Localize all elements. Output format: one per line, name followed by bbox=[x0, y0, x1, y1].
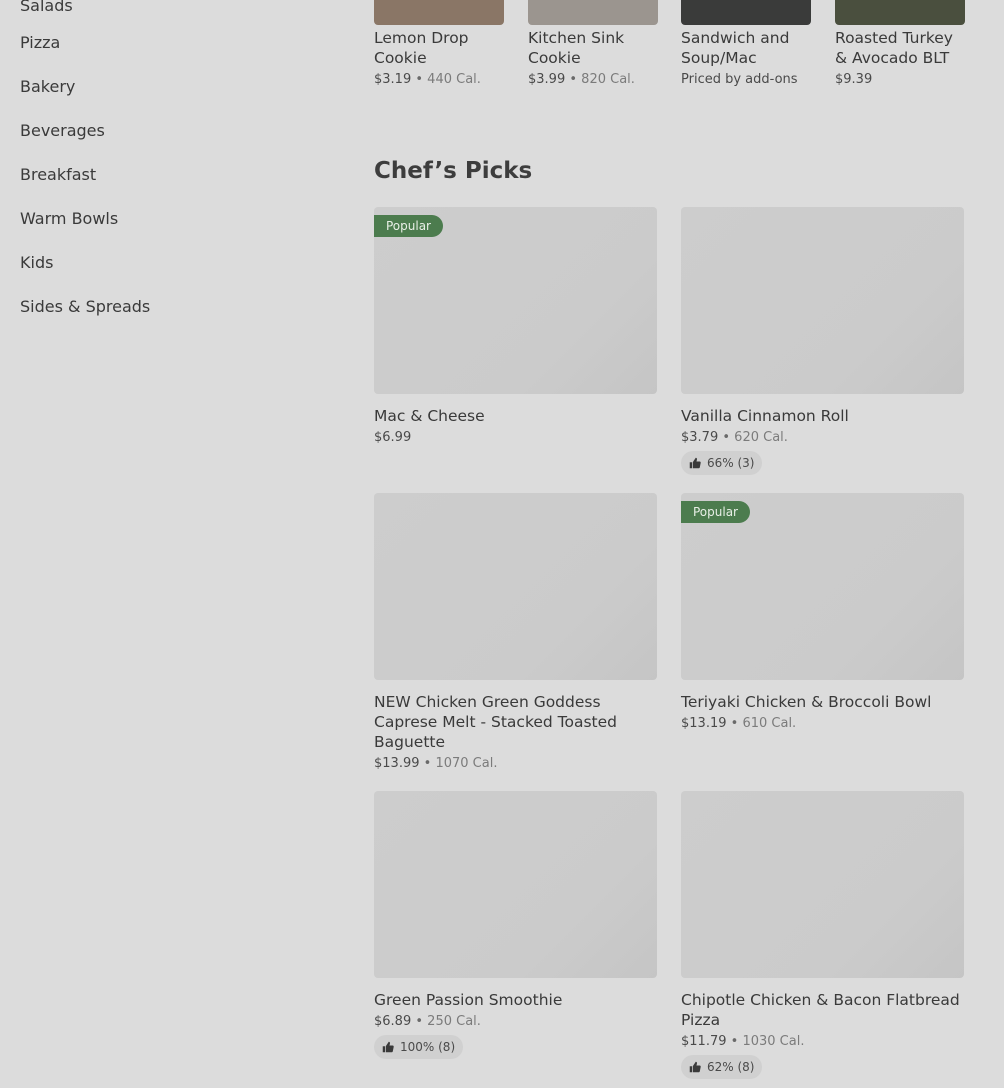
meta-separator: • bbox=[730, 716, 739, 731]
item-name: Kitchen Sink Cookie bbox=[528, 29, 625, 67]
sidebar-item-bakery[interactable]: Bakery bbox=[20, 64, 320, 108]
sidebar-item-pizza[interactable]: Pizza bbox=[20, 20, 320, 64]
category-sidebar: Salads Pizza Bakery Beverages Breakfast … bbox=[20, 0, 320, 328]
item-calories: 1070 Cal. bbox=[435, 756, 498, 771]
item-price-note: Priced by add-ons bbox=[681, 72, 798, 87]
menu-item-card[interactable]: Roasted Turkey & Avocado BLT $9.39 bbox=[835, 0, 965, 87]
item-price: $6.99 bbox=[374, 430, 412, 445]
item-calories: 250 Cal. bbox=[427, 1014, 481, 1029]
menu-item-card[interactable]: Popular Mac & Cheese $6.99 bbox=[374, 207, 657, 445]
menu-item-card[interactable]: NEW Chicken Green Goddess Caprese Melt -… bbox=[374, 493, 657, 771]
item-name: Roasted Turkey & Avocado BLT bbox=[835, 29, 953, 67]
top-items-row: Lemon Drop Cookie $3.19 • 440 Cal. Kitch… bbox=[374, 0, 974, 100]
item-image bbox=[681, 207, 964, 394]
item-image bbox=[528, 0, 658, 25]
meta-separator: • bbox=[415, 72, 424, 87]
section-title: Chef’s Picks bbox=[374, 158, 533, 184]
menu-item-card[interactable]: Vanilla Cinnamon Roll $3.79 • 620 Cal. 6… bbox=[681, 207, 964, 475]
item-calories: 1030 Cal. bbox=[742, 1034, 805, 1049]
sidebar-item-salads[interactable]: Salads bbox=[20, 0, 320, 20]
item-image bbox=[681, 0, 811, 25]
item-meta: $6.99 bbox=[374, 430, 657, 445]
item-name: Teriyaki Chicken & Broccoli Bowl bbox=[681, 693, 932, 711]
item-meta: $9.39 bbox=[835, 72, 965, 87]
item-image bbox=[835, 0, 965, 25]
rating-pill: 62% (8) bbox=[681, 1055, 763, 1079]
item-name: Vanilla Cinnamon Roll bbox=[681, 407, 849, 425]
sidebar-item-breakfast[interactable]: Breakfast bbox=[20, 152, 320, 196]
item-name: Sandwich and Soup/Mac bbox=[681, 29, 790, 67]
rating-value: 62% (8) bbox=[707, 1060, 755, 1074]
menu-item-card[interactable]: Lemon Drop Cookie $3.19 • 440 Cal. bbox=[374, 0, 504, 87]
menu-item-card[interactable]: Green Passion Smoothie $6.89 • 250 Cal. … bbox=[374, 791, 657, 1059]
rating-value: 100% (8) bbox=[400, 1040, 456, 1054]
sidebar-item-beverages[interactable]: Beverages bbox=[20, 108, 320, 152]
item-meta: $3.79 • 620 Cal. bbox=[681, 430, 964, 445]
item-price: $13.19 bbox=[681, 716, 727, 731]
menu-item-card[interactable]: Popular Teriyaki Chicken & Broccoli Bowl… bbox=[681, 493, 964, 731]
popular-badge: Popular bbox=[681, 501, 750, 523]
item-price: $3.79 bbox=[681, 430, 719, 445]
item-calories: 820 Cal. bbox=[581, 72, 635, 87]
item-image: Popular bbox=[681, 493, 964, 680]
item-name: Green Passion Smoothie bbox=[374, 991, 563, 1009]
item-name: Chipotle Chicken & Bacon Flatbread Pizza bbox=[681, 991, 960, 1029]
sidebar-item-sides-spreads[interactable]: Sides & Spreads bbox=[20, 284, 320, 328]
meta-separator: • bbox=[415, 1014, 424, 1029]
meta-separator: • bbox=[722, 430, 731, 445]
item-meta: $11.79 • 1030 Cal. bbox=[681, 1034, 964, 1049]
sidebar-item-warm-bowls[interactable]: Warm Bowls bbox=[20, 196, 320, 240]
item-calories: 610 Cal. bbox=[742, 716, 797, 731]
item-name: Lemon Drop Cookie bbox=[374, 29, 469, 67]
item-meta: $13.99 • 1070 Cal. bbox=[374, 756, 657, 771]
item-price: $3.99 bbox=[528, 72, 566, 87]
meta-separator: • bbox=[423, 756, 432, 771]
item-price: $6.89 bbox=[374, 1014, 412, 1029]
rating-pill: 66% (3) bbox=[681, 451, 763, 475]
item-image bbox=[374, 493, 657, 680]
item-meta: $13.19 • 610 Cal. bbox=[681, 716, 964, 731]
menu-item-card[interactable]: Kitchen Sink Cookie $3.99 • 820 Cal. bbox=[528, 0, 658, 87]
popular-badge: Popular bbox=[374, 215, 443, 237]
item-price: $9.39 bbox=[835, 72, 873, 87]
item-meta: $3.19 • 440 Cal. bbox=[374, 72, 504, 87]
meta-separator: • bbox=[569, 72, 578, 87]
thumbs-up-icon bbox=[689, 1061, 701, 1073]
item-price: $11.79 bbox=[681, 1034, 727, 1049]
item-name: Mac & Cheese bbox=[374, 407, 485, 425]
thumbs-up-icon bbox=[382, 1041, 394, 1053]
item-image bbox=[374, 0, 504, 25]
item-image bbox=[681, 791, 964, 978]
item-image bbox=[374, 791, 657, 978]
thumbs-up-icon bbox=[689, 457, 701, 469]
item-price: $3.19 bbox=[374, 72, 412, 87]
item-image: Popular bbox=[374, 207, 657, 394]
item-meta: $3.99 • 820 Cal. bbox=[528, 72, 658, 87]
item-price: $13.99 bbox=[374, 756, 420, 771]
menu-item-card[interactable]: Chipotle Chicken & Bacon Flatbread Pizza… bbox=[681, 791, 964, 1079]
meta-separator: • bbox=[730, 1034, 739, 1049]
menu-item-card[interactable]: Sandwich and Soup/Mac Priced by add-ons bbox=[681, 0, 811, 87]
item-calories: 440 Cal. bbox=[427, 72, 481, 87]
item-calories: 620 Cal. bbox=[734, 430, 788, 445]
item-name: NEW Chicken Green Goddess Caprese Melt -… bbox=[374, 693, 618, 751]
item-meta: $6.89 • 250 Cal. bbox=[374, 1014, 657, 1029]
sidebar-item-kids[interactable]: Kids bbox=[20, 240, 320, 284]
rating-value: 66% (3) bbox=[707, 456, 755, 470]
rating-pill: 100% (8) bbox=[374, 1035, 464, 1059]
